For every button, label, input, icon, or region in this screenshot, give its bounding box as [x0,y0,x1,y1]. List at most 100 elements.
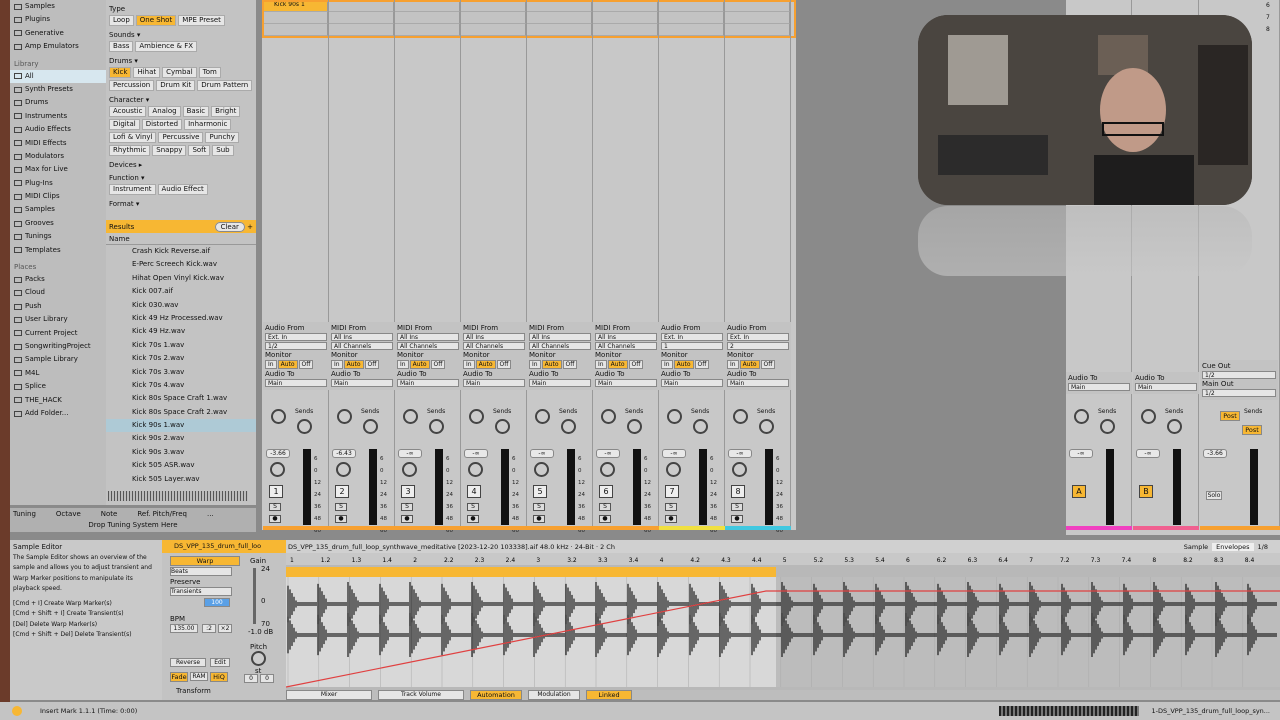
result-item[interactable]: Hihat Open Vinyl Kick.wav [106,272,256,285]
send-a-knob[interactable] [733,409,748,424]
result-item[interactable]: Kick 007.aif [106,285,256,298]
volume-field[interactable]: -∞ [398,449,422,458]
scene-number[interactable]: 8 [1266,26,1270,33]
sidebar-item[interactable]: Generative [10,27,106,40]
preview-waveform[interactable] [108,491,248,501]
send-b-knob[interactable] [1100,419,1115,434]
filter-group-label[interactable]: Function ▾ [109,174,256,182]
input-select[interactable]: Ext. In [727,333,789,341]
master-select[interactable]: 1/2 [1202,371,1276,379]
track-activator-button[interactable]: 3 [401,485,415,498]
return-activator-button[interactable]: B [1139,485,1153,498]
channel-select[interactable]: 1 [661,342,723,350]
monitor-off-button[interactable]: Off [562,360,578,369]
modulation-button[interactable]: Modulation [528,690,580,700]
solo-button[interactable]: S [269,503,281,511]
return-activator-button[interactable]: A [1072,485,1086,498]
track-activator-button[interactable]: 4 [467,485,481,498]
track-activator-button[interactable]: 2 [335,485,349,498]
track-activator-button[interactable]: 5 [533,485,547,498]
solo-button[interactable]: S [599,503,611,511]
filter-tag[interactable]: Soft [188,145,211,156]
solo-button[interactable]: S [467,503,479,511]
pan-knob[interactable] [666,462,681,477]
sidebar-item[interactable]: Current Project [10,327,106,340]
track-activator-button[interactable]: 7 [665,485,679,498]
monitor-auto-button[interactable]: Auto [673,360,694,369]
track-activator-button[interactable]: 6 [599,485,613,498]
pan-knob[interactable] [402,462,417,477]
volume-field[interactable]: -∞ [662,449,686,458]
send-b-knob[interactable] [759,419,774,434]
result-item[interactable]: Crash Kick Reverse.aif [106,245,256,258]
result-item[interactable]: Kick 030.wav [106,299,256,312]
channel-select[interactable]: All Channels [397,342,459,350]
result-item[interactable]: Kick 80s Space Craft 1.wav [106,392,256,405]
hiq-button[interactable]: HiQ [210,672,228,682]
half-tempo-button[interactable]: :2 [202,624,216,633]
sidebar-item[interactable]: Grooves [10,217,106,230]
sidebar-item[interactable]: Packs [10,273,106,286]
arm-button[interactable]: ● [665,515,677,523]
filter-tag[interactable]: Lofi & Vinyl [109,132,157,143]
warp-button[interactable]: Warp [170,556,240,566]
automation-button[interactable]: Automation [470,690,522,700]
pitch-semitones[interactable]: 0 [244,674,258,683]
send-a-knob[interactable] [271,409,286,424]
send-a-knob[interactable] [337,409,352,424]
sidebar-item[interactable]: All [10,69,106,83]
filter-group-label[interactable]: Drums ▾ [109,57,256,65]
sidebar-item[interactable]: Modulators [10,150,106,163]
filter-tag[interactable]: Snappy [152,145,187,156]
sidebar-item[interactable]: Add Folder... [10,407,106,420]
filter-tag[interactable]: Tom [198,67,221,78]
reverse-button[interactable]: Reverse [170,658,206,667]
send-b-knob[interactable] [363,419,378,434]
monitor-in-button[interactable]: In [529,360,541,369]
monitor-in-button[interactable]: In [727,360,739,369]
sidebar-item[interactable]: Templates [10,244,106,257]
monitor-auto-button[interactable]: Auto [409,360,430,369]
send-a-knob[interactable] [667,409,682,424]
pitch-knob[interactable] [251,651,266,666]
loop-brace[interactable] [286,567,776,577]
pan-knob[interactable] [732,462,747,477]
info-icon[interactable] [12,706,22,716]
sidebar-item[interactable]: Plug-Ins [10,177,106,190]
result-item[interactable]: Kick 505 ASR.wav [106,459,256,472]
monitor-in-button[interactable]: In [265,360,277,369]
volume-field[interactable]: -∞ [728,449,752,458]
scene-number[interactable]: 7 [1266,14,1270,21]
tab-envelopes[interactable]: Envelopes [1212,542,1254,551]
filter-group-label[interactable]: Sounds ▾ [109,31,256,39]
filter-tag[interactable]: Distorted [141,119,183,130]
clear-button[interactable]: Clear [214,221,245,232]
pan-knob[interactable] [336,462,351,477]
send-a-knob[interactable] [403,409,418,424]
sidebar-item[interactable]: Instruments [10,110,106,123]
filter-tag[interactable]: Drum Kit [156,80,196,91]
monitor-off-button[interactable]: Off [496,360,512,369]
output-select[interactable]: Main [595,379,657,387]
tuning-drop-zone[interactable]: Drop Tuning System Here [13,521,253,529]
control-chooser[interactable]: Track Volume [378,690,464,700]
output-select[interactable]: Main [1135,383,1197,391]
master-select[interactable]: 1/2 [1202,389,1276,397]
result-item[interactable]: Kick 80s Space Craft 2.wav [106,406,256,419]
add-filter-button[interactable]: + [247,223,253,231]
result-item[interactable]: Kick 70s 4.wav [106,379,256,392]
output-select[interactable]: Main [727,379,789,387]
send-a-knob[interactable] [1141,409,1156,424]
filter-group-label[interactable]: Devices ▸ [109,161,256,169]
pitch-cents[interactable]: 0 [260,674,274,683]
name-column-header[interactable]: Name [106,233,256,245]
sidebar-item[interactable]: THE_HACK [10,394,106,407]
sidebar-item[interactable]: M4L [10,367,106,380]
output-select[interactable]: Main [463,379,525,387]
sidebar-item[interactable]: Max for Live [10,163,106,176]
monitor-in-button[interactable]: In [397,360,409,369]
filter-tag[interactable]: Sub [212,145,234,156]
send-a-knob[interactable] [535,409,550,424]
double-tempo-button[interactable]: ×2 [218,624,232,633]
volume-field[interactable]: -∞ [1069,449,1093,458]
